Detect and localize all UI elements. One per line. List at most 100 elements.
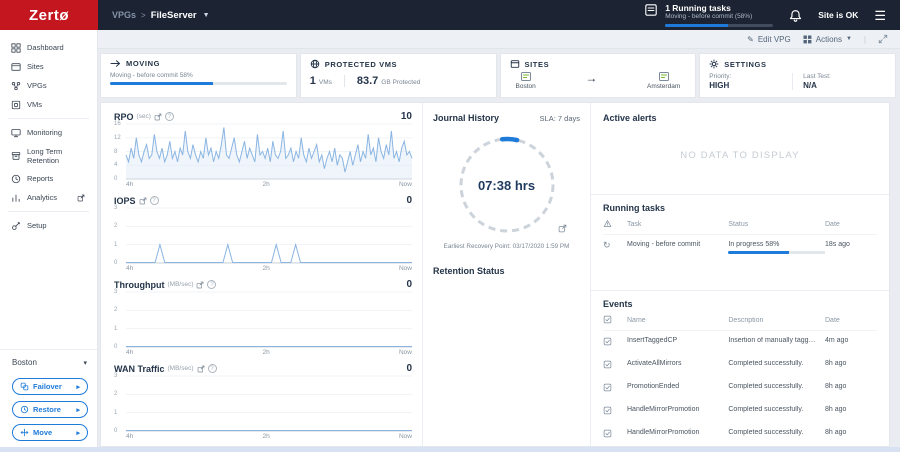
sidebar-item-vms[interactable]: VMs xyxy=(0,95,97,114)
last-test-block: Last Test: N/A xyxy=(792,73,886,90)
external-link-icon[interactable] xyxy=(154,113,162,121)
expand-icon[interactable] xyxy=(878,34,888,44)
help-icon[interactable]: ? xyxy=(164,112,174,121)
external-link-icon[interactable] xyxy=(558,224,567,233)
settings-panel: SETTINGS Priority: HIGH Last Test: N/A xyxy=(699,53,896,98)
sidebar-item-long-term-retention[interactable]: Long Term Retention xyxy=(0,142,97,169)
restore-button[interactable]: Restore ▸ xyxy=(12,401,88,418)
sites-title: SITES xyxy=(524,59,550,69)
globe-icon xyxy=(310,59,319,69)
running-task-row[interactable]: ↻ Moving - before commit In progress 58%… xyxy=(603,235,877,260)
chart-title: Throughput xyxy=(114,279,165,290)
sidebar-item-reports[interactable]: Reports xyxy=(0,169,97,188)
edit-vpg-button[interactable]: ✎ Edit VPG xyxy=(747,35,791,44)
sidebar-label: VMs xyxy=(27,100,42,109)
grid-icon xyxy=(803,35,812,43)
event-row[interactable]: ActivateAllMirrors Completed successfull… xyxy=(603,354,877,377)
vms-icon xyxy=(11,100,21,109)
chevron-down-icon[interactable]: ▼ xyxy=(203,12,210,19)
summary-strip: MOVING Moving - before commit 58% PROTEC… xyxy=(100,53,896,98)
event-date: 8h ago xyxy=(825,406,847,413)
sidebar-divider xyxy=(8,211,89,212)
last-test-label: Last Test: xyxy=(803,73,831,80)
x-axis-labels: 4h 2h Now xyxy=(126,349,412,356)
sites-icon xyxy=(11,62,21,71)
source-site-label: Boston xyxy=(515,83,536,90)
external-link-icon[interactable] xyxy=(197,365,205,373)
protected-vms-panel: PROTECTED VMS 1 VMs 83.7 GB Protected xyxy=(299,53,497,98)
bell-icon[interactable] xyxy=(789,9,802,22)
tasks-progress-fill xyxy=(665,24,728,27)
event-check-icon xyxy=(603,315,627,326)
chevron-down-icon: ▾ xyxy=(83,359,87,367)
event-row[interactable]: HandleMirrorPromotion Completed successf… xyxy=(603,423,877,446)
moving-arrow-icon xyxy=(110,60,121,67)
event-name: HandleMirrorPromotion xyxy=(627,406,700,413)
earliest-value: 03/17/2020 1:59 PM xyxy=(512,243,570,250)
breadcrumb-section[interactable]: VPGs xyxy=(112,10,136,20)
priority-label: Priority: xyxy=(709,73,732,80)
sidebar-item-monitoring[interactable]: Monitoring xyxy=(0,123,97,142)
earliest-recovery-point: Earliest Recovery Point: 03/17/2020 1:59… xyxy=(433,243,580,250)
right-column: Active alerts NO DATA TO DISPLAY Running… xyxy=(591,103,889,446)
tasks-icon xyxy=(645,4,657,16)
chart-plot: 3210 xyxy=(114,289,412,350)
event-description: Completed successfully. xyxy=(728,360,804,367)
external-link-icon xyxy=(77,194,85,201)
events-title: Events xyxy=(603,299,633,309)
priority-block: Priority: HIGH xyxy=(709,73,792,90)
event-row[interactable]: PromotionEnded Completed successfully. 8… xyxy=(603,377,877,400)
event-row[interactable]: HandleMirrorPromotion Completed successf… xyxy=(603,400,877,423)
sidebar-divider xyxy=(8,118,89,119)
chart-title: IOPS xyxy=(114,195,136,206)
help-icon[interactable]: ? xyxy=(207,364,217,373)
sidebar-item-dashboard[interactable]: Dashboard xyxy=(0,38,97,57)
site-status: Site is OK xyxy=(818,10,859,20)
event-name: HandleMirrorPromotion xyxy=(627,429,700,436)
event-name: InsertTaggedCP xyxy=(627,337,678,344)
task-status-cell: In progress 58% xyxy=(728,241,825,254)
help-icon[interactable]: ? xyxy=(149,196,159,205)
main-area: MOVING Moving - before commit 58% PROTEC… xyxy=(98,49,900,447)
menu-icon[interactable]: ☰ xyxy=(874,9,886,22)
chart-canvas xyxy=(126,292,412,347)
journal-gauge: 07:38 hrs xyxy=(455,133,566,237)
tasks-text: 1 Running tasks Moving - before commit (… xyxy=(665,3,774,27)
sidebar-label: VPGs xyxy=(27,81,47,90)
chart-unit: (sec) xyxy=(136,113,151,120)
breadcrumb-current[interactable]: FileServer xyxy=(151,10,197,21)
chart-plot: 3210 xyxy=(114,373,412,434)
restore-icon xyxy=(20,405,29,414)
event-icon xyxy=(603,360,627,371)
move-button[interactable]: Move ▸ xyxy=(12,424,88,441)
sidebar-item-analytics[interactable]: Analytics xyxy=(0,188,97,207)
sidebar-item-vpgs[interactable]: VPGs xyxy=(0,76,97,95)
external-link-icon[interactable] xyxy=(139,197,147,205)
pencil-icon: ✎ xyxy=(747,34,754,44)
external-link-icon[interactable] xyxy=(196,281,204,289)
failover-button[interactable]: Failover ▸ xyxy=(12,378,88,395)
chevron-right-icon: ▸ xyxy=(76,406,80,414)
tasks-title: 1 Running tasks xyxy=(665,3,731,13)
sidebar-item-sites[interactable]: Sites xyxy=(0,57,97,76)
event-name: ActivateAllMirrors xyxy=(627,360,682,367)
event-row[interactable]: InsertTaggedCP Insertion of manually tag… xyxy=(603,331,877,354)
vpgs-icon xyxy=(11,81,21,90)
event-description: Insertion of manually tagged checkpoint … xyxy=(728,337,825,344)
running-tasks-title: Running tasks xyxy=(603,203,666,213)
priority-value: HIGH xyxy=(709,81,730,90)
restore-label: Restore xyxy=(33,405,61,414)
task-date: 18s ago xyxy=(825,241,850,248)
help-icon[interactable]: ? xyxy=(207,280,217,289)
running-tasks-header: Task Status Date xyxy=(603,213,877,235)
chart-current-value: 0 xyxy=(406,195,412,206)
site-selector[interactable]: Boston ▾ xyxy=(0,349,97,375)
actions-button[interactable]: Actions ▼ xyxy=(803,35,852,44)
column-header-date: Date xyxy=(825,221,840,228)
breadcrumb[interactable]: VPGs > FileServer ▼ xyxy=(112,10,210,21)
tasks-subtitle: Moving - before commit (58%) xyxy=(665,13,753,20)
rpo-chart: RPO (sec) ? 10 16 12 8 4 0 4h 2h Now xyxy=(114,111,412,195)
running-tasks-indicator[interactable]: 1 Running tasks Moving - before commit (… xyxy=(644,3,774,27)
source-site: Boston xyxy=(516,71,536,90)
sidebar-item-setup[interactable]: Setup xyxy=(0,216,97,235)
